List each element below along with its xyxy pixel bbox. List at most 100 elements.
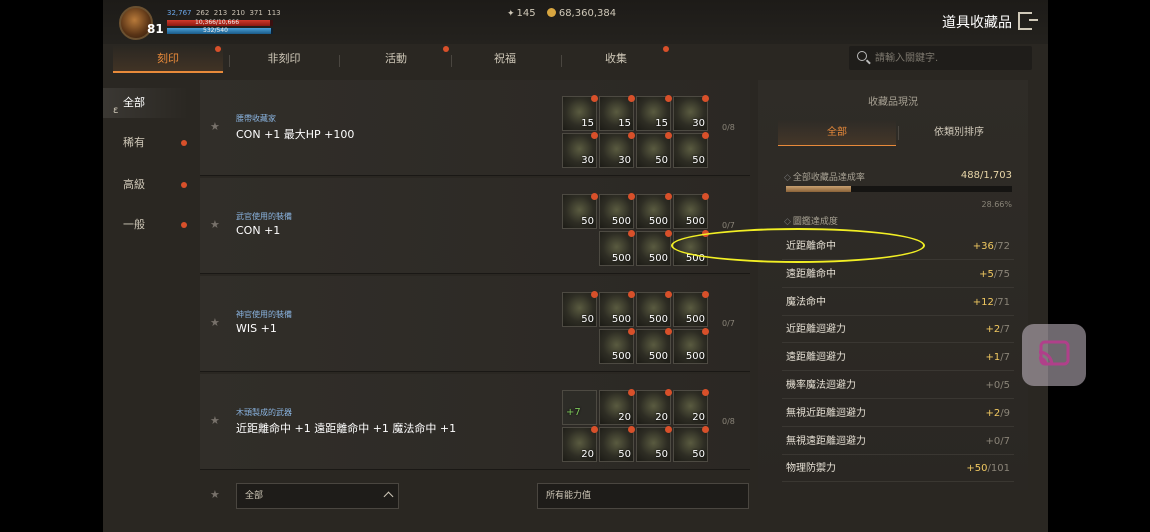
item-slot[interactable]: 50: [599, 426, 635, 462]
item-slot[interactable]: 500: [673, 291, 709, 327]
search-input[interactable]: [875, 46, 1025, 70]
overall-progress-bar: [786, 186, 1012, 192]
stat-current: +0: [985, 380, 1001, 391]
alert-dot: [665, 230, 672, 237]
stat-progress-row[interactable]: 魔法命中 +12/71: [782, 289, 1014, 316]
collection-row[interactable]: ★ 神官使用的裝備 WIS +1 0/7 50 500 500 500 500 500 500: [200, 276, 750, 372]
item-quantity: 500: [648, 253, 668, 264]
sidebar-item-all[interactable]: ɛ 全部: [103, 88, 189, 118]
collection-row[interactable]: ★ 武官使用的裝備 CON +1 0/7 50 500 500 500 500 500 500: [200, 178, 750, 274]
item-slot[interactable]: 30: [599, 132, 635, 168]
stat-progress-row[interactable]: 遠距離命中 +5/75: [782, 261, 1014, 288]
item-quantity: 15: [581, 118, 594, 129]
favorite-star-icon[interactable]: ★: [210, 316, 220, 329]
item-slot[interactable]: 15: [636, 95, 672, 131]
stat-progress-row[interactable]: 機率魔法迴避力 +0/5: [782, 372, 1014, 399]
item-quantity: 500: [611, 314, 631, 325]
item-slot[interactable]: 500: [673, 328, 709, 364]
item-slot[interactable]: 30: [673, 95, 709, 131]
item-quantity: 15: [618, 118, 631, 129]
stat-progress-row[interactable]: 近距離迴避力 +2/7: [782, 316, 1014, 344]
item-quantity: +7: [566, 407, 581, 418]
category-filter-dropdown[interactable]: 全部: [236, 483, 399, 509]
item-slot[interactable]: 20: [562, 426, 598, 462]
item-slot[interactable]: 500: [599, 328, 635, 364]
collection-row[interactable]: ★ 腰帶收藏家 CON +1 最大HP +100 0/8 15 15 15 30 30 30 50 5…: [200, 80, 750, 176]
stat-filter-dropdown[interactable]: 所有能力值: [537, 483, 749, 509]
sidebar-item-normal[interactable]: 一般: [103, 210, 189, 240]
item-slot[interactable]: 500: [673, 193, 709, 229]
sidebar-item-rare[interactable]: 稀有: [103, 128, 189, 158]
collection-status-panel: 收藏品現況 全部 依類別排序 ◇ 全部收藏品達成率 488/1,703 28.66…: [758, 80, 1028, 490]
item-slot[interactable]: 15: [599, 95, 635, 131]
page-title: 道具收藏品: [942, 15, 1012, 31]
item-slot[interactable]: 500: [599, 230, 635, 266]
stat-name: 遠距離命中: [786, 268, 836, 280]
item-quantity: 20: [655, 412, 668, 423]
alert-dot: [181, 182, 187, 188]
item-slot[interactable]: 20: [636, 389, 672, 425]
item-quantity: 50: [581, 216, 594, 227]
tab-blessing[interactable]: 祝福: [450, 45, 560, 73]
stat-max: /75: [993, 268, 1010, 280]
item-slot[interactable]: 500: [636, 328, 672, 364]
stat-progress-row[interactable]: 遠距離迴避力 +1/7: [782, 344, 1014, 372]
overall-rate-value: 488/1,703: [960, 170, 1012, 181]
collection-name: 武官使用的裝備: [236, 212, 292, 221]
item-slot[interactable]: 30: [562, 132, 598, 168]
tab-event[interactable]: 活動: [341, 45, 451, 73]
alert-dot: [215, 46, 221, 52]
hp-bar: 10,366/10,666: [167, 19, 273, 26]
item-slot[interactable]: +7: [562, 390, 597, 425]
stat-max: /5: [1000, 380, 1010, 391]
panel-tab-all[interactable]: 全部: [778, 120, 896, 146]
alert-dot: [665, 132, 672, 139]
stat-5: 371: [249, 9, 263, 17]
item-slot[interactable]: 50: [636, 132, 672, 168]
favorite-filter-icon[interactable]: ★: [210, 488, 220, 501]
exit-icon[interactable]: [1018, 12, 1038, 30]
selected-marker-icon: ɛ: [113, 105, 119, 116]
item-slot[interactable]: 20: [599, 389, 635, 425]
stat-progress-row[interactable]: 物理防禦力 +50/101: [782, 455, 1014, 483]
stat-current: +1: [985, 352, 1001, 364]
stat-value: +2/9: [986, 400, 1010, 427]
favorite-star-icon[interactable]: ★: [210, 218, 220, 231]
chevron-up-icon: [383, 491, 394, 502]
tab-engraved[interactable]: 刻印: [113, 45, 223, 73]
item-slot[interactable]: 500: [599, 193, 635, 229]
tab-non-engraved[interactable]: 非刻印: [229, 45, 339, 73]
overall-percent: 28.66%: [981, 200, 1012, 209]
sidebar-item-advanced[interactable]: 高級: [103, 170, 189, 200]
gem-count: 145: [516, 8, 536, 19]
stat-value: +2/7: [986, 316, 1010, 343]
panel-tab-by-category[interactable]: 依類別排序: [900, 120, 1018, 146]
alert-dot: [665, 291, 672, 298]
item-slot[interactable]: 500: [636, 230, 672, 266]
item-slot[interactable]: 500: [599, 291, 635, 327]
item-slot[interactable]: 500: [636, 193, 672, 229]
item-slot[interactable]: 50: [636, 426, 672, 462]
search-icon[interactable]: [857, 51, 867, 61]
category-tabs: 刻印 非刻印 活動 祝福 收集: [113, 45, 763, 73]
screen-cast-button[interactable]: [1022, 324, 1086, 386]
stat-value: +0/5: [986, 372, 1010, 399]
stat-name: 近距離迴避力: [786, 324, 846, 336]
item-slot[interactable]: 50: [562, 291, 598, 327]
alert-dot: [591, 291, 598, 298]
item-slot[interactable]: 50: [673, 426, 709, 462]
collection-progress: 0/8: [722, 417, 735, 426]
collection-row[interactable]: ★ 木頭製成的武器 近距離命中 +1 遠距離命中 +1 魔法命中 +1 0/8 +7 20…: [200, 374, 750, 470]
item-slot[interactable]: 20: [673, 389, 709, 425]
item-slot[interactable]: 50: [562, 193, 598, 229]
favorite-star-icon[interactable]: ★: [210, 414, 220, 427]
stat-progress-row[interactable]: 無視遠距離迴避力 +0/7: [782, 428, 1014, 455]
item-slot[interactable]: 500: [636, 291, 672, 327]
item-slot[interactable]: 15: [562, 95, 598, 131]
favorite-star-icon[interactable]: ★: [210, 120, 220, 133]
tab-collect[interactable]: 收集: [561, 45, 671, 73]
item-slot[interactable]: 50: [673, 132, 709, 168]
item-quantity: 20: [581, 449, 594, 460]
stat-progress-row[interactable]: 無視近距離迴避力 +2/9: [782, 400, 1014, 427]
stat-4: 210: [231, 9, 245, 17]
